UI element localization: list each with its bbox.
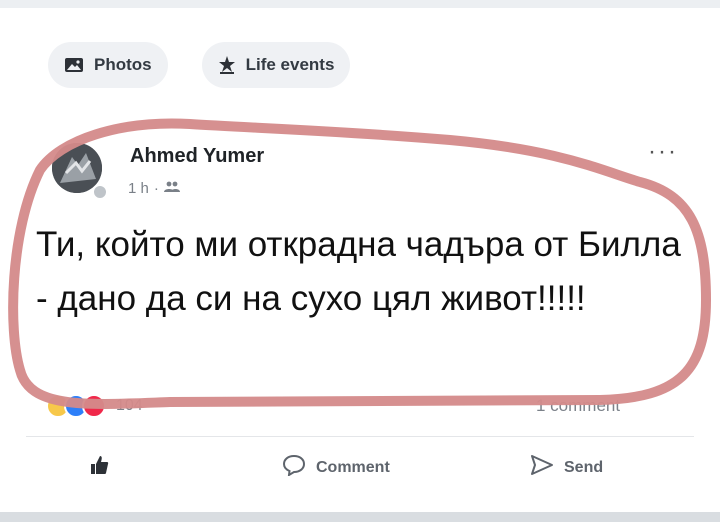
send-button[interactable]: Send: [530, 454, 603, 481]
reactions-summary[interactable]: 104: [46, 394, 143, 418]
comment-icon: [282, 454, 306, 481]
top-border: [0, 0, 720, 8]
tab-photos-label: Photos: [94, 55, 152, 74]
comment-label: Comment: [316, 458, 390, 476]
post-actions-bar: Comment Send: [0, 454, 720, 494]
comment-button[interactable]: Comment: [282, 454, 390, 481]
post-author-name[interactable]: Ahmed Yumer: [130, 145, 264, 168]
like-button[interactable]: [88, 454, 110, 481]
reactions-count: 104: [116, 397, 143, 414]
tab-photos[interactable]: Photos: [48, 42, 168, 88]
thumbs-up-icon: [88, 454, 110, 481]
reaction-icons: [46, 394, 106, 418]
photo-icon: [64, 56, 84, 74]
post-time[interactable]: 1 h: [128, 180, 149, 197]
friends-icon: [163, 180, 180, 197]
more-options-button[interactable]: ···: [648, 138, 678, 166]
flag-icon: [218, 55, 236, 75]
comments-count-link[interactable]: 1 comment: [536, 396, 620, 416]
online-status-dot: [92, 184, 108, 200]
love-reaction-icon: [82, 394, 106, 418]
tab-life-events[interactable]: Life events: [201, 42, 351, 88]
post-meta: 1 h ·: [128, 180, 180, 197]
bottom-border: [0, 512, 720, 522]
tab-life-events-label: Life events: [245, 55, 335, 74]
meta-separator: ·: [153, 180, 159, 197]
actions-divider: [26, 436, 694, 437]
post-text: Ти, който ми открадна чадъра от Билла - …: [36, 225, 681, 318]
send-icon: [530, 454, 554, 481]
send-label: Send: [564, 458, 604, 476]
profile-tabs: Photos Life events: [48, 42, 351, 88]
